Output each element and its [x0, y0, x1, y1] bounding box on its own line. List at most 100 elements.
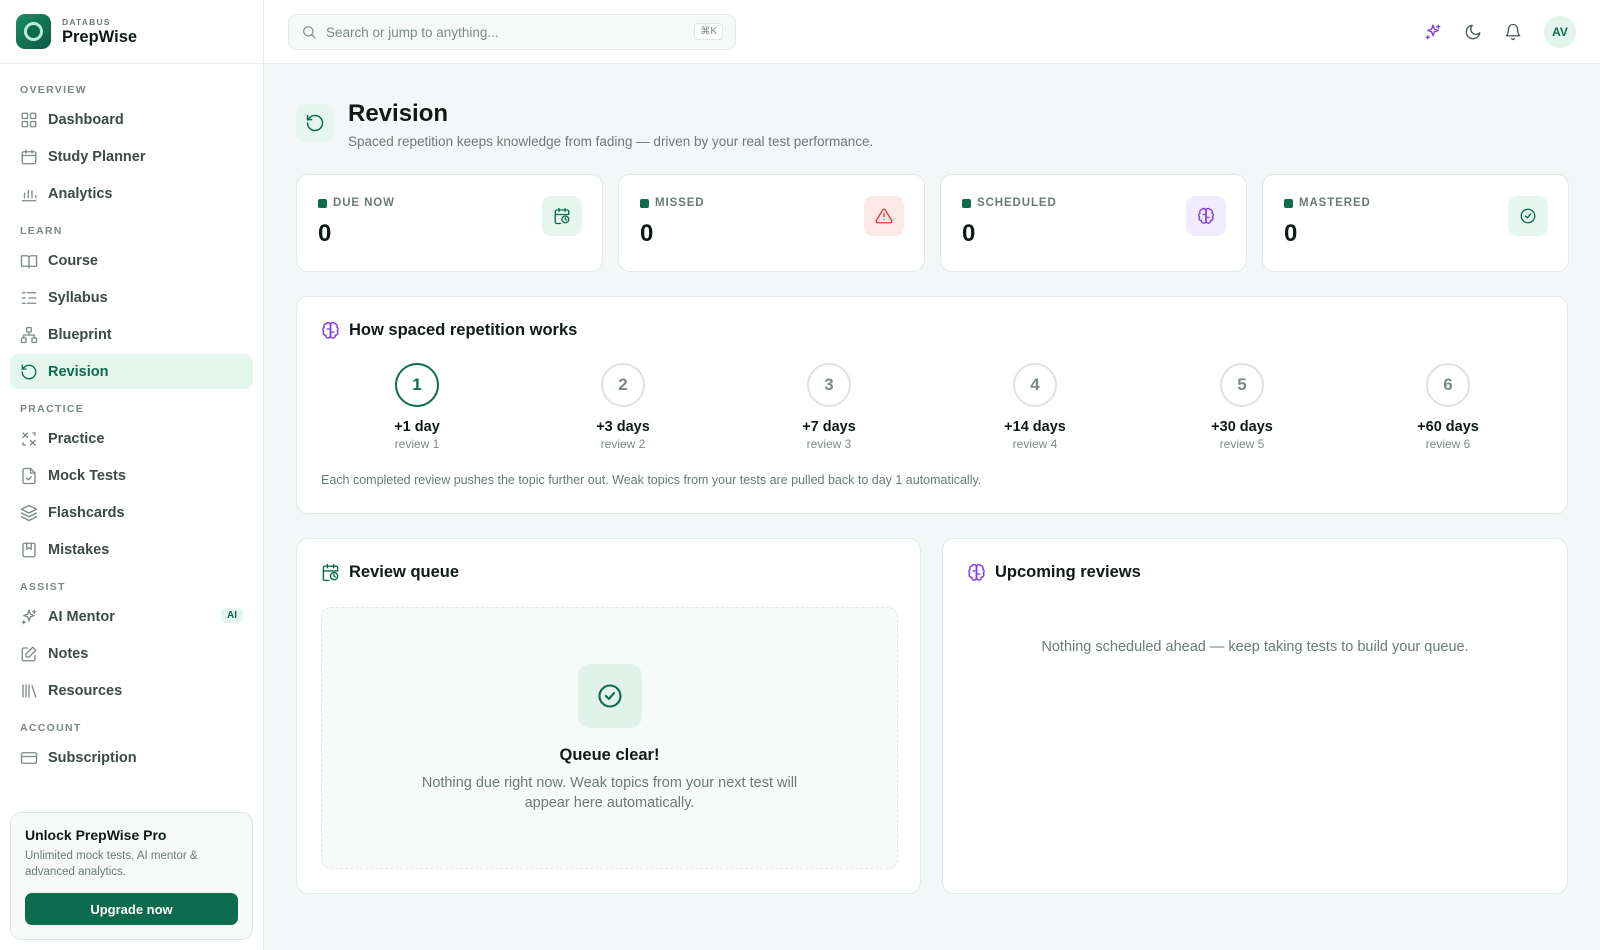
sidebar-item-label: Dashboard: [48, 111, 124, 128]
sidebar-item-label: Subscription: [48, 749, 137, 766]
list-icon: [21, 291, 37, 304]
alert-triangle-icon: [864, 196, 904, 236]
topbar: ⌘K AV: [264, 0, 1600, 64]
logo-icon: [16, 14, 51, 49]
check-circle-icon: [577, 664, 642, 728]
brand-name: PrepWise: [62, 27, 138, 46]
sidebar-item-revision[interactable]: Revision: [10, 354, 253, 389]
nav-section-overview: OVERVIEW: [20, 84, 87, 96]
search-input[interactable]: [326, 24, 686, 40]
step-review: review 4: [1012, 437, 1058, 451]
step-6: 6 +60 days review 6: [1388, 363, 1508, 451]
ai-badge: AI: [221, 608, 243, 623]
calendar-clock-icon: [542, 196, 582, 236]
top-actions: AV: [1424, 16, 1576, 48]
nav-section-learn: LEARN: [20, 225, 63, 237]
stat-value: 0: [1284, 220, 1298, 247]
sidebar-item-label: Blueprint: [48, 326, 112, 343]
stat-card-scheduled: SCHEDULED 0: [940, 174, 1247, 272]
step-interval: +3 days: [596, 419, 650, 435]
sidebar-item-label: Mistakes: [48, 541, 110, 558]
card-title: How spaced repetition works: [349, 321, 578, 339]
sidebar: DATABUS PrepWise OVERVIEW Dashboard Stud…: [0, 0, 264, 950]
sidebar-item-mistakes[interactable]: Mistakes: [10, 532, 253, 567]
rotate-icon: [21, 364, 37, 379]
stat-value: 0: [318, 220, 332, 247]
nav-section-assist: ASSIST: [20, 581, 66, 593]
calendar-clock-icon: [322, 563, 339, 582]
step-interval: +7 days: [802, 419, 856, 435]
sidebar-item-blueprint[interactable]: Blueprint: [10, 317, 253, 352]
layers-icon: [20, 504, 38, 521]
upgrade-button[interactable]: Upgrade now: [25, 893, 238, 925]
sidebar-item-label: Course: [48, 252, 98, 269]
queue-empty-title: Queue clear!: [559, 746, 660, 764]
step-interval: +14 days: [1004, 419, 1066, 435]
how-it-works-card: How spaced repetition works 1 +1 day rev…: [296, 296, 1568, 514]
promo-title: Unlock PrepWise Pro: [25, 827, 167, 843]
brand-kicker: DATABUS: [62, 16, 111, 27]
step-review: review 2: [600, 437, 646, 451]
card-title: Review queue: [349, 563, 460, 581]
repetition-steps: 1 +1 day review 1 2 +3 days review 2 3 +…: [321, 363, 1545, 463]
sidebar-item-label: Study Planner: [48, 148, 146, 165]
card-title: Upcoming reviews: [995, 563, 1141, 581]
sidebar-item-label: Syllabus: [48, 289, 108, 306]
upgrade-promo: Unlock PrepWise Pro Unlimited mock tests…: [10, 812, 253, 940]
stat-value: 0: [962, 220, 976, 247]
sidebar-item-flashcards[interactable]: Flashcards: [10, 495, 253, 530]
upcoming-reviews-card: Upcoming reviews Nothing scheduled ahead…: [942, 538, 1568, 894]
brain-icon: [322, 321, 339, 339]
status-dot: [318, 198, 327, 208]
step-3: 3 +7 days review 3: [769, 363, 889, 451]
sidebar-item-notes[interactable]: Notes: [10, 636, 253, 671]
page-title: Revision: [348, 100, 449, 127]
sparkles-icon[interactable]: [1424, 23, 1442, 41]
sidebar-item-label: Resources: [48, 682, 123, 699]
step-4: 4 +14 days review 4: [975, 363, 1095, 451]
sidebar-item-subscription[interactable]: Subscription: [10, 740, 253, 775]
practice-icon: [22, 431, 36, 446]
sidebar-item-syllabus[interactable]: Syllabus: [10, 280, 253, 315]
brain-icon: [968, 563, 985, 581]
sidebar-item-study-planner[interactable]: Study Planner: [10, 139, 253, 174]
stat-label: MISSED: [655, 197, 705, 209]
search-box[interactable]: ⌘K: [288, 14, 736, 50]
stat-card-missed: MISSED 0: [618, 174, 925, 272]
sidebar-item-practice[interactable]: Practice: [10, 421, 253, 456]
sidebar-item-ai-mentor[interactable]: AI Mentor AI: [10, 599, 253, 634]
promo-text: Unlimited mock tests, AI mentor & advanc…: [25, 850, 198, 878]
clipboard-icon: [22, 467, 36, 484]
status-dot: [640, 198, 649, 208]
upcoming-empty-text: Nothing scheduled ahead — keep taking te…: [1041, 639, 1469, 655]
step-number: 6: [1426, 363, 1470, 407]
explanation-text: Each completed review pushes the topic f…: [321, 473, 982, 487]
bookmark-icon: [22, 542, 36, 557]
sidebar-item-dashboard[interactable]: Dashboard: [10, 102, 253, 137]
bell-icon[interactable]: [1504, 23, 1522, 41]
sidebar-item-analytics[interactable]: Analytics: [10, 176, 253, 211]
sidebar-item-resources[interactable]: Resources: [10, 673, 253, 708]
status-dot: [1284, 198, 1293, 208]
step-number: 5: [1220, 363, 1264, 407]
moon-icon[interactable]: [1464, 23, 1482, 41]
nav-section-practice: PRACTICE: [20, 403, 85, 415]
avatar[interactable]: AV: [1544, 16, 1576, 48]
stat-card-due-now: DUE NOW 0: [296, 174, 603, 272]
sidebar-item-mock-tests[interactable]: Mock Tests: [10, 458, 253, 493]
sparkles-icon: [21, 609, 37, 624]
search-icon: [303, 26, 316, 39]
book-icon: [20, 254, 38, 268]
edit-icon: [21, 646, 37, 661]
step-2: 2 +3 days review 2: [563, 363, 683, 451]
library-icon: [22, 683, 37, 698]
sidebar-item-course[interactable]: Course: [10, 243, 253, 278]
sidebar-nav: OVERVIEW Dashboard Study Planner Analyti…: [0, 64, 263, 775]
brand[interactable]: DATABUS PrepWise: [0, 0, 263, 64]
page-subtitle: Spaced repetition keeps knowledge from f…: [348, 134, 874, 149]
sidebar-item-label: AI Mentor: [48, 608, 115, 625]
credit-card-icon: [20, 751, 38, 764]
sidebar-item-label: Mock Tests: [48, 467, 126, 484]
stat-card-mastered: MASTERED 0: [1262, 174, 1569, 272]
brain-icon: [1186, 196, 1226, 236]
